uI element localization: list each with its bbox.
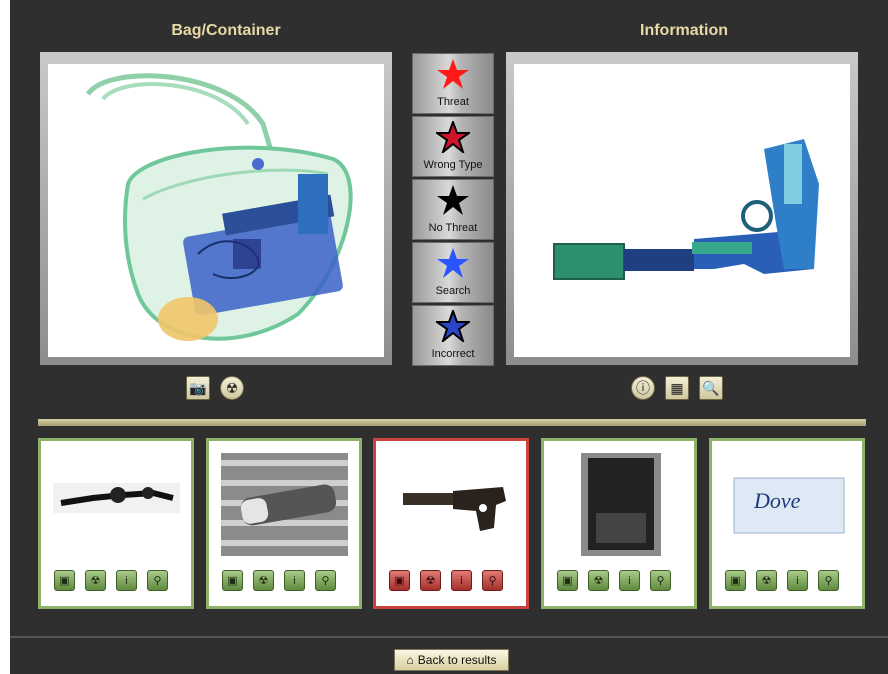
rate-no-threat-button[interactable]: No Threat — [412, 179, 494, 240]
thumb-flashlight-image — [221, 453, 348, 556]
radiation-icon[interactable]: ☢ — [85, 570, 106, 591]
rate-threat-button[interactable]: Threat — [412, 53, 494, 114]
search-icon[interactable]: ⚲ — [147, 570, 168, 591]
black-star-icon — [437, 185, 469, 215]
info-icon[interactable]: i — [451, 570, 472, 591]
rate-threat-label: Threat — [437, 96, 469, 108]
red-star-icon — [437, 59, 469, 89]
rate-incorrect-button[interactable]: Incorrect — [412, 305, 494, 366]
search-icon[interactable]: ⚲ — [482, 570, 503, 591]
info-icon[interactable]: i — [284, 570, 305, 591]
rate-search-label: Search — [435, 285, 471, 297]
blue-star-icon — [437, 248, 469, 278]
information-toolbar: ⓘ ▦ 🔍 — [631, 376, 723, 400]
search-icon[interactable]: ⚲ — [818, 570, 839, 591]
bag-toolbar: 📷 ☢ — [186, 376, 244, 400]
thumb-knife-image — [53, 453, 180, 556]
blue-outlined-star-icon — [436, 310, 470, 342]
rate-search-button[interactable]: Search — [412, 242, 494, 303]
camera-icon[interactable]: ▣ — [222, 570, 243, 591]
info-icon[interactable]: ⓘ — [631, 376, 655, 400]
rate-incorrect-label: Incorrect — [431, 348, 475, 360]
search-icon[interactable]: ⚲ — [315, 570, 336, 591]
rate-wrong-type-button[interactable]: Wrong Type — [412, 116, 494, 177]
rate-no-threat-label: No Threat — [428, 222, 478, 234]
camera-icon[interactable]: ▣ — [725, 570, 746, 591]
radiation-icon[interactable]: ☢ — [220, 376, 244, 400]
thumb-flashlight[interactable]: ▣ ☢ i ⚲ — [206, 438, 362, 609]
radiation-icon[interactable]: ☢ — [253, 570, 274, 591]
bag-xray-viewer[interactable] — [40, 52, 392, 365]
information-xray-viewer[interactable] — [506, 52, 858, 365]
radiation-icon[interactable]: ☢ — [756, 570, 777, 591]
information-title: Information — [640, 22, 728, 39]
camera-icon[interactable]: ▣ — [54, 570, 75, 591]
bag-xray-image — [48, 64, 384, 357]
search-icon[interactable]: ⚲ — [650, 570, 671, 591]
info-icon[interactable]: i — [619, 570, 640, 591]
thumb-knife-keychain[interactable]: ▣ ☢ i ⚲ — [38, 438, 194, 609]
radiation-icon[interactable]: ☢ — [588, 570, 609, 591]
thumb-dark-case[interactable]: ▣ ☢ i ⚲ — [541, 438, 697, 609]
rating-panel: Threat Wrong Type No Threat Search Incor… — [412, 53, 494, 367]
thumb-pistol[interactable]: ▣ ☢ i ⚲ — [373, 438, 529, 609]
bag-container-title: Bag/Container — [171, 22, 281, 39]
grid-icon[interactable]: ▦ — [665, 376, 689, 400]
thumb-pistol-image — [388, 453, 515, 556]
back-to-results-label: Back to results — [417, 653, 497, 667]
document-magnifier-icon[interactable]: 🔍 — [699, 376, 723, 400]
info-icon[interactable]: i — [116, 570, 137, 591]
home-icon: ⌂ — [406, 653, 414, 667]
camera-icon[interactable]: ▣ — [557, 570, 578, 591]
back-to-results-button[interactable]: ⌂ Back to results — [394, 649, 509, 671]
footer-divider — [10, 636, 888, 638]
thumb-dark-case-image — [556, 453, 683, 556]
thumb-dove-soap[interactable]: Dove ▣ ☢ i ⚲ — [709, 438, 865, 609]
dove-logo-text: Dove — [753, 488, 801, 513]
camera-icon[interactable]: ▣ — [389, 570, 410, 591]
information-xray-image — [514, 64, 850, 357]
red-outlined-star-icon — [436, 121, 470, 153]
radiation-icon[interactable]: ☢ — [420, 570, 441, 591]
rate-wrong-type-label: Wrong Type — [423, 159, 483, 171]
thumb-dove-soap-image: Dove — [724, 453, 851, 556]
divider-bar — [38, 419, 866, 426]
camera-icon[interactable]: 📷 — [186, 376, 210, 400]
info-icon[interactable]: i — [787, 570, 808, 591]
